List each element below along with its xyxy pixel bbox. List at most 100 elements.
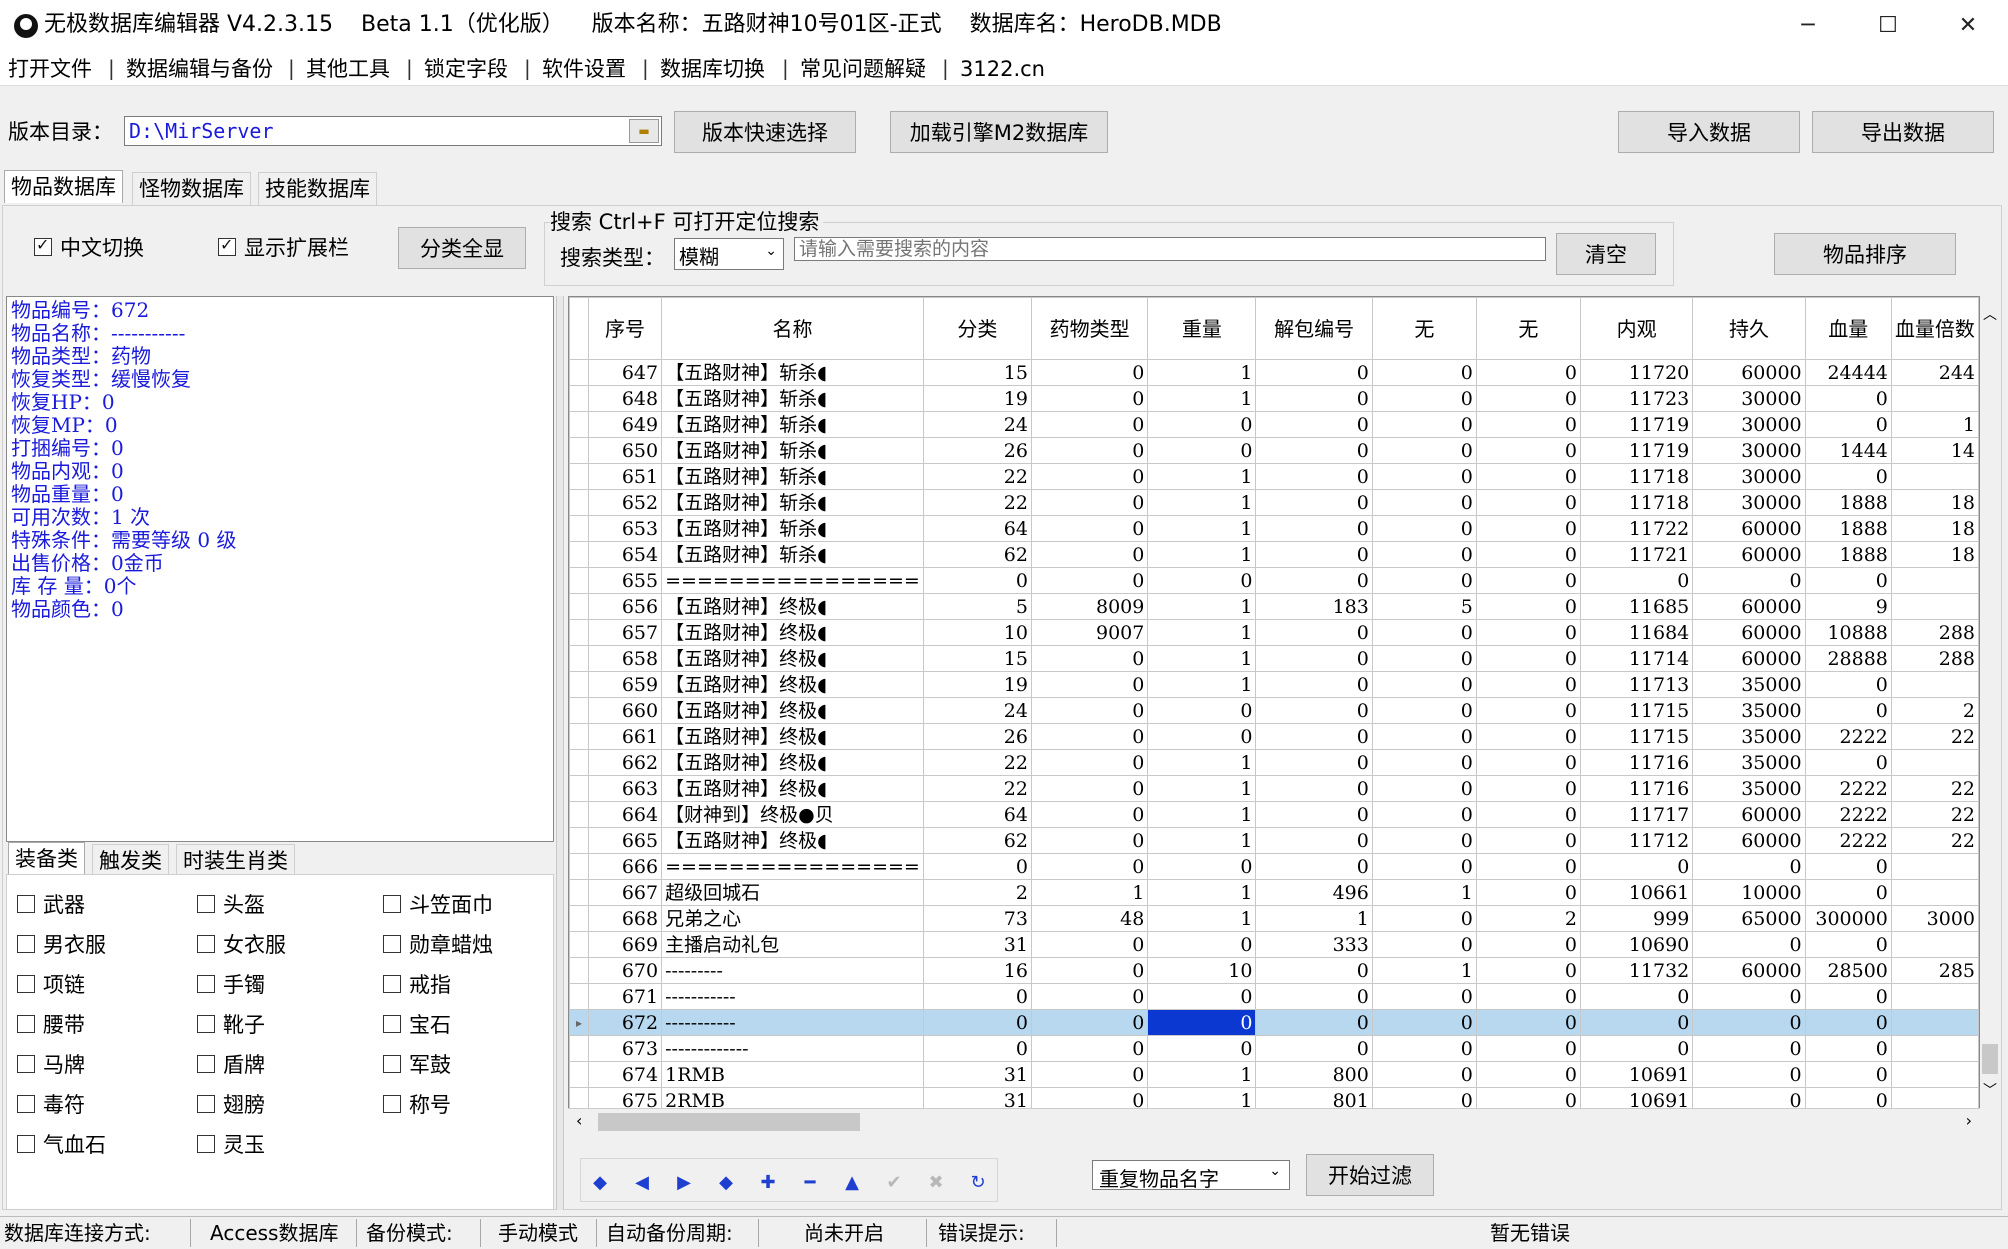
table-cell[interactable]: 0 [1255, 567, 1373, 594]
table-cell[interactable]: 651 [587, 463, 663, 490]
confirm-icon[interactable]: ✔ [880, 1172, 908, 1193]
close-button[interactable]: ✕ [1928, 0, 2008, 52]
table-cell[interactable]: 11719 [1579, 437, 1694, 464]
cell-name[interactable]: 【五路财神】终极◖ [661, 827, 924, 854]
first-icon[interactable]: ◆ [586, 1172, 614, 1193]
table-cell[interactable]: 244 [1890, 359, 1979, 386]
cell-name[interactable]: 【五路财神】终极◖ [661, 645, 924, 672]
table-cell[interactable]: 0 [1692, 983, 1806, 1010]
table-cell[interactable] [1890, 983, 1979, 1010]
table-cell[interactable]: 300000 [1804, 905, 1892, 932]
table-cell[interactable]: 0 [1692, 931, 1806, 958]
column-header[interactable]: 名称 [661, 297, 924, 360]
table-cell[interactable]: 11719 [1579, 411, 1694, 438]
table-cell[interactable]: 65000 [1692, 905, 1806, 932]
tab-skills-db[interactable]: 技能数据库 [258, 172, 377, 205]
cell-name[interactable]: 【财神到】终极●贝 [661, 801, 924, 828]
column-header[interactable]: 血量倍数 [1890, 297, 1979, 360]
row-header[interactable] [569, 957, 589, 984]
column-header[interactable]: 持久 [1692, 297, 1806, 360]
table-cell[interactable]: 1 [1147, 1061, 1257, 1088]
table-cell[interactable]: 666 [587, 853, 663, 880]
table-cell[interactable]: 0 [1030, 697, 1149, 724]
row-header[interactable] [569, 697, 589, 724]
cancel-icon[interactable]: ✖ [922, 1172, 950, 1193]
table-cell[interactable] [1890, 749, 1979, 776]
table-cell[interactable]: 2 [1890, 697, 1979, 724]
table-row[interactable]: 653 【五路财神】斩杀◖ 64 0 1 0 0 0 11722 60000 1888 18 [569, 515, 1979, 542]
menu-other-tools[interactable]: 其他工具 [306, 54, 390, 84]
table-cell[interactable]: 11721 [1579, 541, 1694, 568]
category-checkbox[interactable] [197, 895, 215, 913]
table-cell[interactable]: 1 [1147, 671, 1257, 698]
table-cell[interactable]: 11712 [1579, 827, 1694, 854]
cell-name[interactable]: 兄弟之心 [661, 905, 924, 932]
table-cell[interactable]: 1 [1147, 801, 1257, 828]
row-header[interactable] [569, 567, 589, 594]
row-header[interactable] [569, 1035, 589, 1062]
table-cell[interactable]: 0 [1255, 489, 1373, 516]
table-row[interactable]: 649 【五路财神】斩杀◖ 24 0 0 0 0 0 11719 30000 0 1 [569, 411, 1979, 438]
category-checkbox[interactable] [383, 1095, 401, 1113]
table-row[interactable]: 650 【五路财神】斩杀◖ 26 0 0 0 0 0 11719 30000 1444 14 [569, 437, 1979, 464]
table-cell[interactable]: 0 [1371, 489, 1477, 516]
table-cell[interactable]: 1 [1030, 879, 1149, 906]
tab-fashion-zodiac[interactable]: 时装生肖类 [176, 844, 295, 877]
table-cell[interactable]: 1 [1147, 775, 1257, 802]
table-cell[interactable]: 1 [1147, 359, 1257, 386]
table-cell[interactable]: 0 [1475, 463, 1581, 490]
table-cell[interactable]: 0 [922, 567, 1032, 594]
prev-icon[interactable]: ◀ [628, 1172, 656, 1193]
row-header[interactable] [569, 983, 589, 1010]
table-cell[interactable]: 0 [1147, 437, 1257, 464]
table-cell[interactable]: 0 [1371, 983, 1477, 1010]
cell-name[interactable]: ----------- [661, 983, 924, 1010]
table-cell[interactable]: 0 [1804, 411, 1892, 438]
cell-name[interactable]: 【五路财神】终极◖ [661, 723, 924, 750]
table-cell[interactable]: 0 [1255, 619, 1373, 646]
cell-name[interactable]: ================ [661, 567, 924, 594]
table-cell[interactable]: 0 [1255, 801, 1373, 828]
table-cell[interactable]: 2222 [1804, 801, 1892, 828]
cell-name[interactable]: 【五路财神】终极◖ [661, 697, 924, 724]
table-cell[interactable]: 0 [1030, 671, 1149, 698]
show-all-categories-button[interactable]: 分类全显 [398, 227, 526, 269]
row-header[interactable] [569, 723, 589, 750]
category-checkbox[interactable] [17, 1135, 35, 1153]
table-cell[interactable]: 668 [587, 905, 663, 932]
table-cell[interactable]: 652 [587, 489, 663, 516]
table-cell[interactable] [1890, 853, 1979, 880]
table-cell[interactable]: 1888 [1804, 489, 1892, 516]
table-cell[interactable] [1890, 463, 1979, 490]
table-row[interactable]: 664 【财神到】终极●贝 64 0 1 0 0 0 11717 60000 2222 22 [569, 801, 1979, 828]
menu-settings[interactable]: 软件设置 [542, 54, 626, 84]
minimize-button[interactable]: ─ [1768, 0, 1848, 52]
table-cell[interactable]: 647 [587, 359, 663, 386]
table-row[interactable]: 667 超级回城石 2 1 1 496 1 0 10661 10000 0 [569, 879, 1979, 906]
table-cell[interactable]: 0 [1804, 567, 1892, 594]
table-row[interactable]: 648 【五路财神】斩杀◖ 19 0 1 0 0 0 11723 30000 0 [569, 385, 1979, 412]
table-cell[interactable]: 0 [1475, 411, 1581, 438]
table-cell[interactable]: 0 [1804, 879, 1892, 906]
table-cell[interactable]: 18 [1890, 541, 1979, 568]
row-header[interactable] [569, 541, 589, 568]
menu-website[interactable]: 3122.cn [960, 54, 1045, 84]
table-cell[interactable]: 1 [1890, 411, 1979, 438]
table-cell[interactable]: 11723 [1579, 385, 1694, 412]
table-cell[interactable]: 0 [1255, 775, 1373, 802]
table-cell[interactable]: 9 [1804, 593, 1892, 620]
table-cell[interactable]: 60000 [1692, 515, 1806, 542]
table-cell[interactable]: 11720 [1579, 359, 1694, 386]
row-header[interactable] [569, 775, 589, 802]
table-cell[interactable]: 0 [1475, 983, 1581, 1010]
table-row[interactable]: 668 兄弟之心 73 48 1 1 0 2 999 65000 300000 3000 [569, 905, 1979, 932]
table-cell[interactable]: 0 [1255, 437, 1373, 464]
table-cell[interactable]: 0 [1371, 749, 1477, 776]
table-cell[interactable]: 288 [1890, 619, 1979, 646]
table-cell[interactable]: 0 [1804, 671, 1892, 698]
table-row[interactable]: 654 【五路财神】斩杀◖ 62 0 1 0 0 0 11721 60000 1888 18 [569, 541, 1979, 568]
table-cell[interactable]: 662 [587, 749, 663, 776]
table-cell[interactable] [1890, 593, 1979, 620]
table-cell[interactable]: 0 [1475, 749, 1581, 776]
table-cell[interactable]: 10 [922, 619, 1032, 646]
